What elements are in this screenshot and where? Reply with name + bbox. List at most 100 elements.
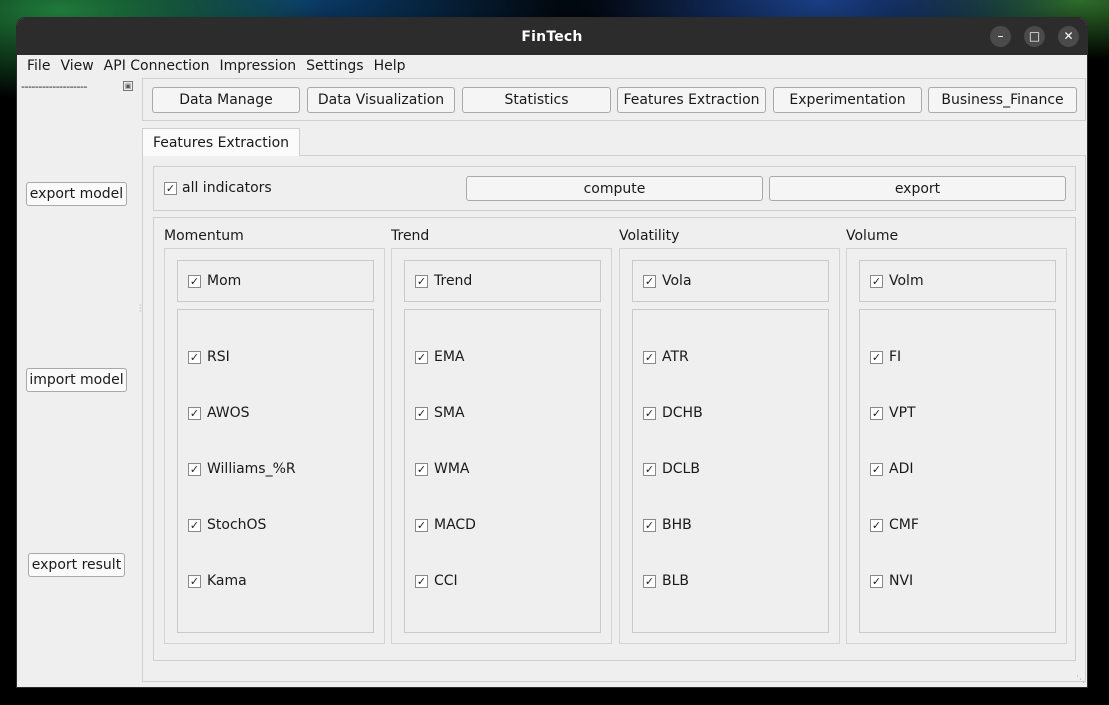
group-volatility: Volatility ✓ Vola ✓ ATR ✓ DCHB ✓ DCLB ✓ BHB … (609, 218, 840, 662)
group-title: Volatility (619, 228, 680, 244)
checkbox-checked-icon[interactable]: ✓ (188, 574, 201, 588)
checkbox-ema[interactable]: ✓ EMA (415, 349, 465, 365)
indicator-list: ✓ ATR ✓ DCHB ✓ DCLB ✓ BHB ✓ BLB (632, 309, 829, 633)
maximize-icon[interactable]: □ (1024, 26, 1045, 47)
indicator-label: NVI (889, 573, 914, 589)
checkbox-awos[interactable]: ✓ AWOS (188, 405, 250, 421)
checkbox-rsi[interactable]: ✓ RSI (188, 349, 230, 365)
checkbox-checked-icon[interactable]: ✓ (870, 462, 883, 476)
checkbox-checked-icon[interactable]: ✓ (643, 518, 656, 532)
indicator-label: DCHB (662, 405, 703, 421)
checkbox-blb[interactable]: ✓ BLB (643, 573, 689, 589)
group-title: Volume (846, 228, 899, 244)
checkbox-checked-icon[interactable]: ✓ (870, 574, 883, 588)
checkbox-checked-icon[interactable]: ✓ (643, 406, 656, 420)
master-label: Mom (207, 273, 242, 289)
indicator-list: ✓ RSI ✓ AWOS ✓ Williams_%R ✓ StochOS ✓ Kama (177, 309, 374, 633)
indicator-label: FI (889, 349, 902, 365)
checkbox-checked-icon[interactable]: ✓ (415, 350, 428, 364)
indicator-label: WMA (434, 461, 470, 477)
master-checkbox-mom[interactable]: ✓ Mom (177, 260, 374, 302)
minimize-icon[interactable]: – (990, 26, 1011, 47)
checkbox-checked-icon[interactable]: ✓ (415, 462, 428, 476)
indicator-label: DCLB (662, 461, 700, 477)
checkbox-checked-icon[interactable]: ✓ (188, 274, 201, 288)
menu-settings[interactable]: Settings (301, 58, 368, 74)
features-extraction-button[interactable]: Features Extraction (617, 87, 766, 113)
checkbox-checked-icon[interactable]: ✓ (643, 462, 656, 476)
checkbox-bhb[interactable]: ✓ BHB (643, 517, 692, 533)
checkbox-checked-icon[interactable]: ✓ (415, 274, 428, 288)
group-frame: ✓ Mom ✓ RSI ✓ AWOS ✓ Williams_%R ✓ StochOS ✓… (164, 248, 385, 644)
checkbox-checked-icon[interactable]: ✓ (415, 406, 428, 420)
export-model-button[interactable]: export model (26, 182, 127, 206)
experimentation-button[interactable]: Experimentation (773, 87, 922, 113)
export-button[interactable]: export (769, 176, 1066, 201)
close-icon[interactable]: ✕ (1058, 26, 1079, 47)
controls-row: ✓ all indicators compute export (153, 166, 1076, 211)
checkbox-kama[interactable]: ✓ Kama (188, 573, 247, 589)
checkbox-sma[interactable]: ✓ SMA (415, 405, 465, 421)
checkbox-checked-icon[interactable]: ✓ (643, 274, 656, 288)
menu-help[interactable]: Help (369, 58, 411, 74)
checkbox-checked-icon[interactable]: ✓ (188, 406, 201, 420)
checkbox-checked-icon[interactable]: ✓ (188, 462, 201, 476)
checkbox-dclb[interactable]: ✓ DCLB (643, 461, 700, 477)
checkbox-cci[interactable]: ✓ CCI (415, 573, 458, 589)
indicator-label: MACD (434, 517, 476, 533)
resize-grip-icon[interactable]: ⋱ (1076, 675, 1085, 685)
checkbox-checked-icon[interactable]: ✓ (164, 181, 177, 195)
checkbox-checked-icon[interactable]: ✓ (415, 518, 428, 532)
checkbox-nvi[interactable]: ✓ NVI (870, 573, 913, 589)
indicator-list: ✓ FI ✓ VPT ✓ ADI ✓ CMF ✓ NVI (859, 309, 1056, 633)
import-model-button[interactable]: import model (26, 368, 127, 392)
checkbox-checked-icon[interactable]: ✓ (870, 350, 883, 364)
checkbox-macd[interactable]: ✓ MACD (415, 517, 476, 533)
checkbox-checked-icon[interactable]: ✓ (188, 518, 201, 532)
main-content: Data Manage Data Visualization Statistic… (142, 77, 1087, 687)
indicator-label: BLB (662, 573, 690, 589)
master-checkbox-volm[interactable]: ✓ Volm (859, 260, 1056, 302)
group-volume: Volume ✓ Volm ✓ FI ✓ VPT ✓ ADI ✓ CMF ✓ NVI (836, 218, 1067, 662)
checkbox-checked-icon[interactable]: ✓ (870, 406, 883, 420)
checkbox-dchb[interactable]: ✓ DCHB (643, 405, 703, 421)
business-finance-button[interactable]: Business_Finance (928, 87, 1077, 113)
checkbox-williams-r[interactable]: ✓ Williams_%R (188, 461, 296, 477)
checkbox-checked-icon[interactable]: ✓ (870, 518, 883, 532)
checkbox-adi[interactable]: ✓ ADI (870, 461, 914, 477)
checkbox-checked-icon[interactable]: ✓ (643, 350, 656, 364)
indicator-label: VPT (889, 405, 916, 421)
checkbox-atr[interactable]: ✓ ATR (643, 349, 689, 365)
tab-features-extraction[interactable]: Features Extraction (142, 128, 300, 156)
dock-float-icon[interactable]: ▣ (123, 81, 133, 91)
dock-title: ------------------- (21, 80, 87, 93)
all-indicators-checkbox[interactable]: ✓ all indicators (164, 180, 272, 196)
checkbox-vpt[interactable]: ✓ VPT (870, 405, 916, 421)
checkbox-fi[interactable]: ✓ FI (870, 349, 901, 365)
master-checkbox-trend[interactable]: ✓ Trend (404, 260, 601, 302)
menu-impression[interactable]: Impression (215, 58, 302, 74)
checkbox-checked-icon[interactable]: ✓ (643, 574, 656, 588)
group-title: Trend (391, 228, 430, 244)
checkbox-stochos[interactable]: ✓ StochOS (188, 517, 266, 533)
checkbox-checked-icon[interactable]: ✓ (188, 350, 201, 364)
menu-api-connection[interactable]: API Connection (99, 58, 215, 74)
master-checkbox-vola[interactable]: ✓ Vola (632, 260, 829, 302)
indicator-label: ADI (889, 461, 914, 477)
statistics-button[interactable]: Statistics (462, 87, 611, 113)
data-visualization-button[interactable]: Data Visualization (307, 87, 455, 113)
indicator-label: Kama (207, 573, 247, 589)
export-result-button[interactable]: export result (28, 553, 125, 577)
compute-button[interactable]: compute (466, 176, 763, 201)
checkbox-cmf[interactable]: ✓ CMF (870, 517, 919, 533)
menu-view[interactable]: View (55, 58, 98, 74)
menu-file[interactable]: File (22, 58, 55, 74)
title-bar: FinTech – □ ✕ (17, 18, 1087, 55)
indicator-label: StochOS (207, 517, 267, 533)
data-manage-button[interactable]: Data Manage (152, 87, 300, 113)
group-frame: ✓ Volm ✓ FI ✓ VPT ✓ ADI ✓ CMF ✓ NVI (846, 248, 1067, 644)
indicator-list: ✓ EMA ✓ SMA ✓ WMA ✓ MACD ✓ CCI (404, 309, 601, 633)
checkbox-checked-icon[interactable]: ✓ (415, 574, 428, 588)
checkbox-checked-icon[interactable]: ✓ (870, 274, 883, 288)
checkbox-wma[interactable]: ✓ WMA (415, 461, 470, 477)
